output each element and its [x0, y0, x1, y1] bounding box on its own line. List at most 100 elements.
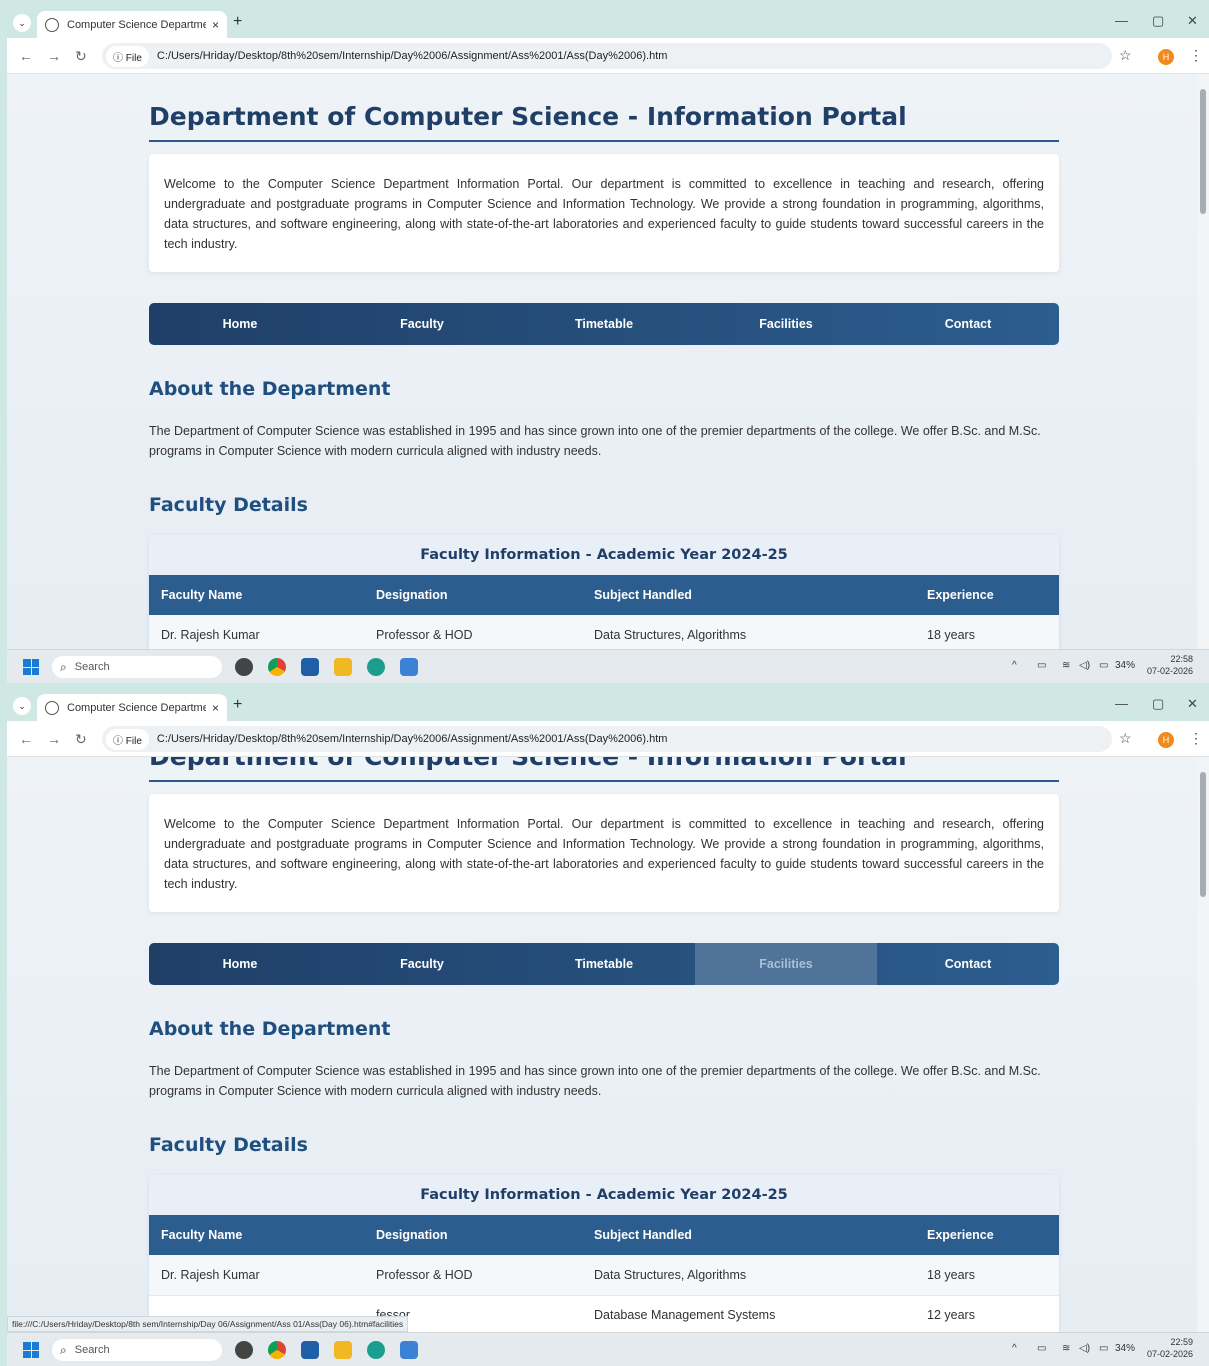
header-experience: Experience — [915, 575, 1059, 615]
faculty-heading: Faculty Details — [149, 494, 308, 516]
vertical-scrollbar[interactable] — [1197, 74, 1209, 649]
taskbar-search[interactable]: ⌕ Search — [52, 1339, 222, 1361]
nav-faculty[interactable]: Faculty — [331, 303, 513, 345]
battery-percent: 34% — [1115, 1343, 1136, 1354]
cell-subject: Database Management Systems — [582, 1295, 915, 1332]
star-icon[interactable]: ☆ — [1119, 47, 1132, 64]
tab-close-icon[interactable]: × — [212, 701, 219, 715]
omnibox[interactable]: ⓘ File C:/Users/Hriday/Desktop/8th%20sem… — [102, 726, 1112, 752]
cell-subject: Data Structures, Algorithms — [582, 1255, 915, 1296]
tab-close-icon[interactable]: × — [212, 18, 219, 32]
url-text[interactable]: C:/Users/Hriday/Desktop/8th%20sem/Intern… — [157, 733, 668, 745]
new-tab-button[interactable]: + — [233, 696, 242, 714]
wifi-icon[interactable]: ≋ — [1062, 1343, 1070, 1354]
table-caption: Faculty Information - Academic Year 2024… — [149, 1175, 1059, 1215]
reload-icon[interactable]: ↻ — [75, 48, 87, 65]
kebab-menu-icon[interactable]: ⋮ — [1189, 47, 1203, 64]
clock[interactable]: 22:58 07-02-2026 — [1147, 653, 1193, 677]
nav-contact[interactable]: Contact — [877, 943, 1059, 985]
forward-icon[interactable]: → — [47, 48, 61, 64]
file-explorer-icon[interactable] — [334, 1341, 352, 1359]
star-icon[interactable]: ☆ — [1119, 730, 1132, 747]
url-text[interactable]: C:/Users/Hriday/Desktop/8th%20sem/Intern… — [157, 50, 668, 62]
about-heading: About the Department — [149, 1018, 391, 1040]
omnibox[interactable]: ⓘ File C:/Users/Hriday/Desktop/8th%20sem… — [102, 43, 1112, 69]
profile-avatar[interactable]: H — [1158, 732, 1174, 748]
scrollbar-thumb[interactable] — [1200, 772, 1206, 897]
link-status-bar: file:///C:/Users/Hriday/Desktop/8th sem/… — [7, 1316, 409, 1332]
new-tab-button[interactable]: + — [233, 13, 242, 31]
restore-icon[interactable]: ▢ — [1152, 13, 1164, 29]
edge-icon[interactable] — [367, 1341, 385, 1359]
cell-name: Dr. Rajesh Kumar — [149, 615, 364, 649]
nav-faculty[interactable]: Faculty — [331, 943, 513, 985]
forward-icon[interactable]: → — [47, 731, 61, 747]
wifi-icon[interactable]: ≋ — [1062, 660, 1070, 671]
scrollbar-thumb[interactable] — [1200, 89, 1206, 214]
nav-home[interactable]: Home — [149, 303, 331, 345]
taskbar-search[interactable]: ⌕ Search — [52, 656, 222, 678]
chevron-up-icon[interactable]: ^ — [1012, 1343, 1017, 1354]
battery-percent: 34% — [1115, 660, 1136, 671]
battery-icon[interactable]: ▭ — [1099, 660, 1108, 671]
shield-app-icon[interactable] — [400, 1341, 418, 1359]
store-icon[interactable] — [301, 658, 319, 676]
chevron-down-icon: ⌄ — [18, 700, 26, 711]
chrome-icon[interactable] — [268, 658, 286, 676]
main-nav: Home Faculty Timetable Facilities Contac… — [149, 943, 1059, 985]
site-info-chip[interactable]: ⓘ File — [106, 45, 149, 67]
restore-icon[interactable]: ▢ — [1152, 696, 1164, 712]
edge-icon[interactable] — [367, 658, 385, 676]
windows-start-icon[interactable] — [23, 1342, 39, 1358]
tray-app-icon[interactable]: ▭ — [1037, 1343, 1046, 1354]
minimize-icon[interactable]: — — [1115, 696, 1128, 711]
app-icon-1[interactable] — [235, 658, 253, 676]
cell-experience: 18 years — [915, 615, 1059, 649]
site-info-chip[interactable]: ⓘ File — [106, 728, 149, 750]
tab-search-button[interactable]: ⌄ — [13, 14, 31, 32]
nav-timetable[interactable]: Timetable — [513, 303, 695, 345]
file-explorer-icon[interactable] — [334, 658, 352, 676]
browser-frame: ⌄ Computer Science Department × + — ▢ ✕ … — [7, 690, 1209, 1366]
shield-app-icon[interactable] — [400, 658, 418, 676]
chevron-up-icon[interactable]: ^ — [1012, 660, 1017, 671]
tab-title: Computer Science Department — [67, 18, 206, 31]
browser-tab[interactable]: Computer Science Department × — [37, 694, 227, 721]
nav-timetable[interactable]: Timetable — [513, 943, 695, 985]
vertical-scrollbar[interactable] — [1197, 757, 1209, 1332]
browser-tab[interactable]: Computer Science Department × — [37, 11, 227, 38]
info-icon: ⓘ — [113, 735, 126, 747]
page-content: Department of Computer Science - Informa… — [149, 757, 1059, 1332]
tab-search-button[interactable]: ⌄ — [13, 697, 31, 715]
clock-time: 22:58 — [1170, 654, 1194, 664]
nav-home[interactable]: Home — [149, 943, 331, 985]
chevron-down-icon: ⌄ — [18, 17, 26, 28]
kebab-menu-icon[interactable]: ⋮ — [1189, 730, 1203, 747]
clock[interactable]: 22:59 07-02-2026 — [1147, 1336, 1193, 1360]
title-divider — [149, 140, 1059, 142]
browser-frame: ⌄ Computer Science Department × + — ▢ ✕ … — [7, 7, 1209, 683]
minimize-icon[interactable]: — — [1115, 13, 1128, 28]
volume-icon[interactable]: ◁) — [1079, 1343, 1090, 1354]
windows-start-icon[interactable] — [23, 659, 39, 675]
nav-facilities[interactable]: Facilities — [695, 303, 877, 345]
nav-facilities[interactable]: Facilities — [695, 943, 877, 985]
close-icon[interactable]: ✕ — [1187, 696, 1198, 712]
table-row: Dr. Rajesh Kumar Professor & HOD Data St… — [149, 615, 1059, 649]
reload-icon[interactable]: ↻ — [75, 731, 87, 748]
tray-app-icon[interactable]: ▭ — [1037, 660, 1046, 671]
cell-designation: Professor & HOD — [364, 1255, 582, 1296]
profile-avatar[interactable]: H — [1158, 49, 1174, 65]
app-icon-1[interactable] — [235, 1341, 253, 1359]
store-icon[interactable] — [301, 1341, 319, 1359]
cell-experience: 12 years — [915, 1295, 1059, 1332]
tab-strip: ⌄ Computer Science Department × + — ▢ ✕ — [7, 690, 1209, 721]
back-icon[interactable]: ← — [19, 731, 33, 747]
close-icon[interactable]: ✕ — [1187, 13, 1198, 29]
back-icon[interactable]: ← — [19, 48, 33, 64]
volume-icon[interactable]: ◁) — [1079, 660, 1090, 671]
page-viewport: Department of Computer Science - Informa… — [7, 74, 1197, 649]
nav-contact[interactable]: Contact — [877, 303, 1059, 345]
battery-icon[interactable]: ▭ — [1099, 1343, 1108, 1354]
chrome-icon[interactable] — [268, 1341, 286, 1359]
